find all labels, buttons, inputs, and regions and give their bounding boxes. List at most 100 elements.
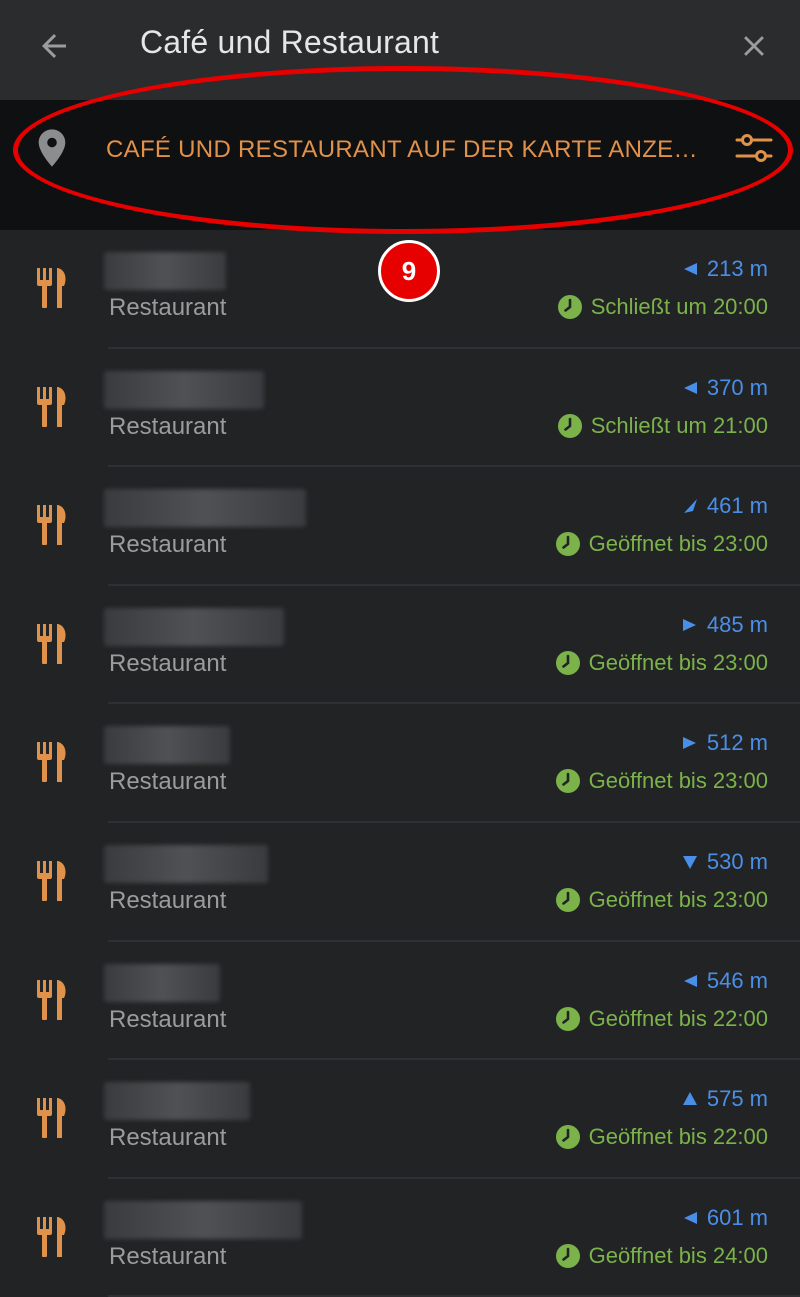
filter-sliders-icon [735, 134, 773, 162]
place-name-redacted [104, 252, 226, 290]
direction-arrow-icon [682, 1092, 697, 1106]
place-category: Restaurant [109, 886, 227, 914]
distance-value: 213 m [706, 256, 768, 281]
opening-hours: Geöffnet bis 23:00 [555, 650, 768, 676]
distance-value: 530 m [706, 848, 768, 874]
hours-text: Geöffnet bis 22:00 [588, 1005, 768, 1031]
result-row[interactable]: Restaurant 530 m Geöffnet bis 23:00 [0, 823, 800, 942]
place-category: Restaurant [109, 649, 227, 677]
show-on-map-bar[interactable]: CAFÉ UND RESTAURANT AUF DER KARTE ANZE… [0, 100, 800, 230]
restaurant-cutlery-icon [37, 860, 66, 901]
place-distance: 512 m [681, 730, 768, 756]
place-distance: 213 m [681, 256, 768, 282]
place-distance: 601 m [681, 1205, 768, 1231]
distance-value: 601 m [706, 1204, 768, 1230]
hours-text: Geöffnet bis 23:00 [588, 531, 768, 557]
result-row[interactable]: Restaurant 485 m Geöffnet bis 23:00 [0, 586, 800, 705]
restaurant-cutlery-icon [37, 1216, 66, 1257]
result-row[interactable]: Restaurant 575 m Geöffnet bis 22:00 [0, 1060, 800, 1179]
restaurant-cutlery-icon [37, 268, 66, 308]
hours-text: Geöffnet bis 23:00 [588, 649, 768, 675]
place-distance: 485 m [681, 612, 768, 638]
opening-hours: Geöffnet bis 22:00 [555, 1006, 768, 1032]
filter-button[interactable] [730, 128, 778, 168]
close-button[interactable] [728, 22, 780, 70]
hours-text: Geöffnet bis 23:00 [588, 886, 768, 912]
back-button[interactable] [28, 22, 80, 70]
clock-icon [555, 532, 580, 557]
place-distance: 575 m [681, 1086, 768, 1112]
clock-icon [555, 769, 580, 794]
direction-arrow-icon [683, 974, 697, 987]
place-category: Restaurant [109, 531, 227, 559]
hours-text: Geöffnet bis 22:00 [588, 1124, 768, 1150]
place-name-redacted [104, 963, 220, 1002]
place-category: Restaurant [109, 294, 227, 321]
restaurant-cutlery-icon [37, 505, 66, 546]
direction-arrow-icon [683, 381, 697, 394]
restaurant-cutlery-icon [37, 623, 66, 664]
opening-hours: Geöffnet bis 23:00 [555, 768, 768, 794]
hours-text: Schließt um 21:00 [590, 412, 768, 438]
opening-hours: Geöffnet bis 23:00 [555, 887, 768, 913]
place-distance: 546 m [681, 968, 768, 994]
arrow-left-icon [42, 34, 66, 58]
hours-text: Schließt um 20:00 [590, 294, 768, 319]
distance-value: 546 m [706, 967, 768, 993]
clock-icon [557, 295, 582, 319]
place-category: Restaurant [109, 412, 227, 440]
place-category: Restaurant [109, 1124, 227, 1152]
results-list: Restaurant 213 m Schließt um 20:00 Resta… [0, 230, 800, 1297]
annotation-badge: 9 [378, 240, 440, 302]
clock-icon [555, 1006, 580, 1031]
distance-value: 485 m [706, 611, 768, 637]
restaurant-cutlery-icon [37, 386, 66, 427]
place-name-redacted [104, 1200, 302, 1239]
place-name-redacted [104, 370, 264, 409]
direction-arrow-icon [683, 263, 697, 275]
restaurant-cutlery-icon [37, 1098, 66, 1139]
restaurant-cutlery-icon [37, 979, 66, 1020]
direction-arrow-icon [682, 618, 696, 631]
result-row[interactable]: Restaurant 546 m Geöffnet bis 22:00 [0, 942, 800, 1061]
place-category: Restaurant [109, 768, 227, 796]
place-distance: 461 m [681, 493, 768, 519]
distance-value: 461 m [706, 493, 768, 519]
place-name-redacted [104, 489, 306, 528]
clock-icon [557, 413, 582, 438]
opening-hours: Geöffnet bis 22:00 [555, 1124, 768, 1150]
distance-value: 575 m [706, 1086, 768, 1112]
direction-arrow-icon [682, 855, 697, 869]
place-name-redacted [104, 1082, 250, 1121]
distance-value: 512 m [706, 730, 768, 756]
result-row[interactable]: Restaurant 370 m Schließt um 21:00 [0, 349, 800, 468]
show-on-map-link[interactable]: CAFÉ UND RESTAURANT AUF DER KARTE ANZE… [106, 136, 698, 164]
page-title: Café und Restaurant [140, 24, 440, 60]
place-category: Restaurant [109, 1005, 227, 1033]
clock-icon [555, 1125, 580, 1150]
result-row[interactable]: Restaurant 601 m Geöffnet bis 24:00 [0, 1179, 800, 1297]
top-app-bar: Café und Restaurant [0, 0, 800, 100]
place-category: Restaurant [109, 1242, 227, 1270]
hours-text: Geöffnet bis 24:00 [588, 1242, 768, 1268]
place-distance: 370 m [681, 375, 768, 401]
hours-text: Geöffnet bis 23:00 [588, 768, 768, 794]
result-row[interactable]: Restaurant 461 m Geöffnet bis 23:00 [0, 467, 800, 586]
close-icon [744, 36, 764, 56]
opening-hours: Schließt um 20:00 [557, 294, 768, 320]
opening-hours: Schließt um 21:00 [557, 413, 768, 439]
clock-icon [555, 887, 580, 912]
place-distance: 530 m [681, 849, 768, 875]
clock-icon [555, 650, 580, 675]
place-name-redacted [104, 726, 230, 765]
clock-icon [555, 1243, 580, 1268]
restaurant-cutlery-icon [37, 742, 66, 783]
direction-arrow-icon [683, 1211, 697, 1224]
location-pin-icon [38, 129, 66, 167]
place-name-redacted [104, 844, 268, 883]
direction-arrow-icon [683, 499, 697, 514]
opening-hours: Geöffnet bis 24:00 [555, 1243, 768, 1269]
result-row[interactable]: Restaurant 512 m Geöffnet bis 23:00 [0, 704, 800, 823]
direction-arrow-icon [682, 737, 696, 750]
distance-value: 370 m [706, 374, 768, 400]
